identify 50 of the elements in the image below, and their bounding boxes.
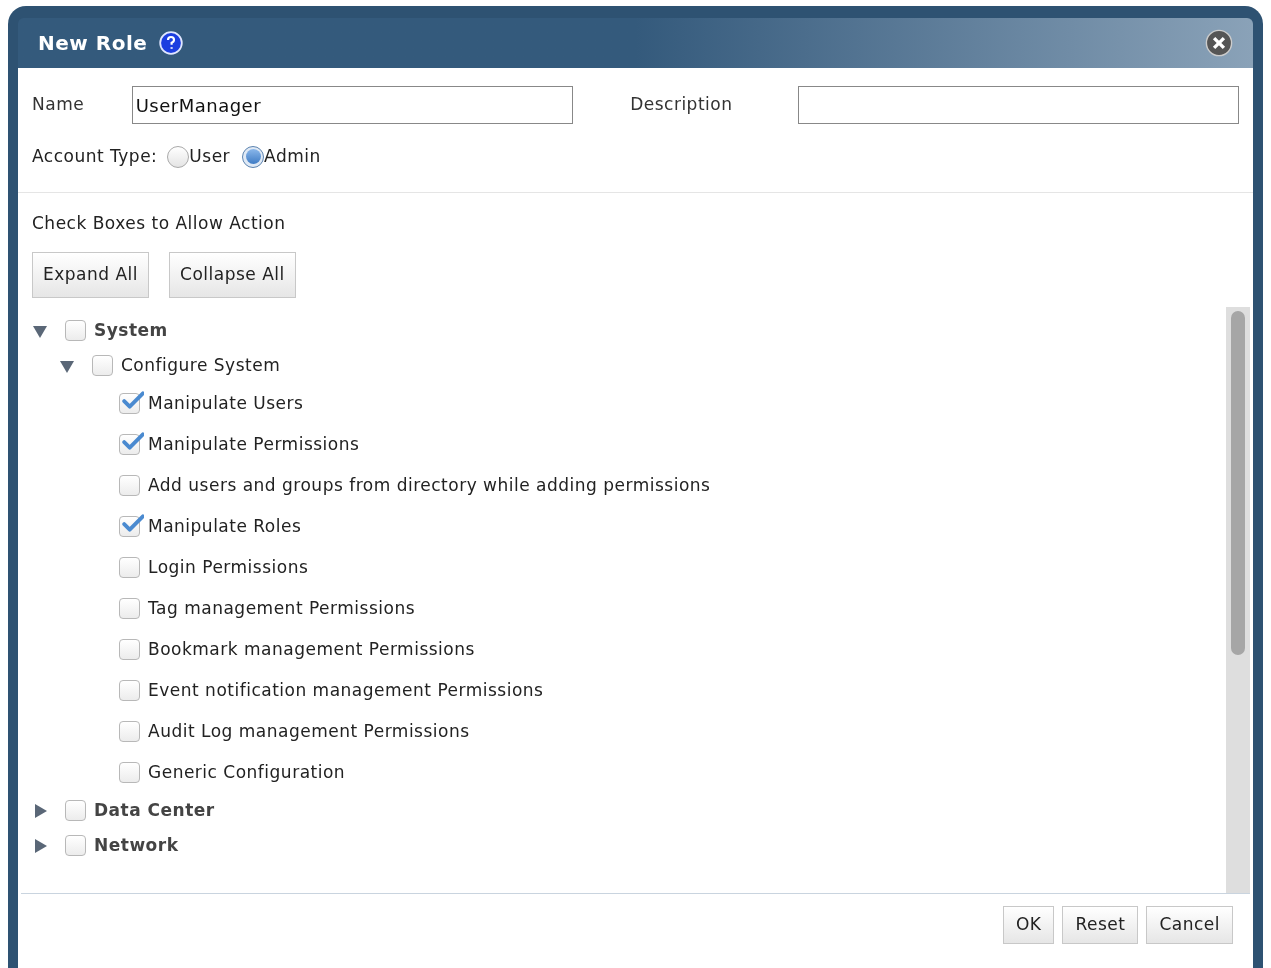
checkbox[interactable] bbox=[119, 639, 140, 660]
checkbox[interactable] bbox=[119, 721, 140, 742]
check-icon bbox=[122, 514, 144, 532]
tree-item-label: Configure System bbox=[121, 353, 281, 377]
tree-item-label: Manipulate Permissions bbox=[148, 432, 360, 456]
description-input[interactable] bbox=[797, 86, 1239, 124]
reset-button[interactable]: Reset bbox=[1062, 906, 1139, 944]
close-icon[interactable] bbox=[1205, 29, 1233, 57]
checkbox[interactable] bbox=[65, 320, 86, 341]
help-icon[interactable] bbox=[159, 31, 184, 55]
tree-item-label: Audit Log management Permissions bbox=[148, 719, 470, 743]
checkbox[interactable] bbox=[119, 680, 140, 701]
collapse-all-button[interactable]: Collapse All bbox=[169, 252, 296, 298]
tree-item-label: Data Center bbox=[94, 798, 215, 822]
tree-item-label: System bbox=[94, 318, 168, 342]
radio-label: User bbox=[189, 145, 231, 168]
checkbox[interactable] bbox=[119, 598, 140, 619]
tree-item-label: Add users and groups from directory while adding permissions bbox=[148, 473, 711, 497]
tree-item-label: Tag management Permissions bbox=[148, 596, 415, 620]
name-label: Name bbox=[32, 93, 86, 117]
tree-item-label: Manipulate Users bbox=[148, 391, 304, 415]
account-type-label: Account Type: bbox=[32, 145, 158, 168]
expand-triangle-icon[interactable] bbox=[32, 837, 48, 854]
tree-item-label: Bookmark management Permissions bbox=[148, 637, 475, 661]
tree-item-label: Event notification management Permissions bbox=[148, 678, 544, 702]
radio-button[interactable] bbox=[167, 145, 190, 168]
check-icon bbox=[122, 391, 144, 409]
tree-item-label: Login Permissions bbox=[148, 555, 309, 579]
scrollbar-thumb[interactable] bbox=[1231, 311, 1245, 655]
radio-label: Admin bbox=[264, 145, 321, 168]
instructions-text: Check Boxes to Allow Action bbox=[32, 212, 286, 233]
tree-item-label: Manipulate Roles bbox=[148, 514, 302, 538]
checkbox[interactable] bbox=[119, 557, 140, 578]
name-input[interactable]: UserManager bbox=[131, 86, 574, 124]
scrollbar[interactable] bbox=[1226, 307, 1250, 893]
checkbox[interactable] bbox=[119, 762, 140, 783]
description-label: Description bbox=[630, 93, 734, 117]
expand-all-button[interactable]: Expand All bbox=[32, 252, 150, 298]
check-icon bbox=[122, 432, 144, 450]
dialog-title: New Role bbox=[38, 30, 148, 57]
checkbox[interactable] bbox=[119, 475, 140, 496]
checkbox[interactable] bbox=[92, 355, 113, 376]
tree-item-label: Network bbox=[94, 833, 179, 857]
checkbox[interactable] bbox=[65, 835, 86, 856]
ok-button[interactable]: OK bbox=[1002, 906, 1055, 944]
checkbox[interactable] bbox=[65, 800, 86, 821]
expand-triangle-icon[interactable] bbox=[32, 802, 48, 819]
radio-button[interactable] bbox=[242, 145, 265, 168]
tree-item-label: Generic Configuration bbox=[148, 760, 346, 784]
cancel-button[interactable]: Cancel bbox=[1146, 906, 1233, 944]
